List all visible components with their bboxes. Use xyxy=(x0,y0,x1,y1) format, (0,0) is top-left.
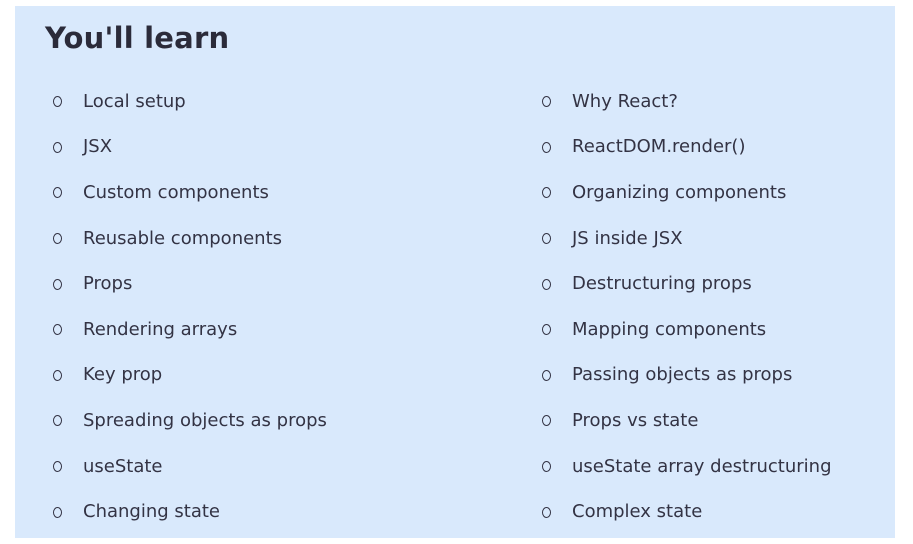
circle-outline-icon xyxy=(542,461,551,473)
circle-outline-icon xyxy=(542,369,551,381)
circle-outline-icon xyxy=(53,278,62,290)
list-item-label: useState xyxy=(83,455,163,477)
list-item-label: Complex state xyxy=(572,501,703,523)
list-item: Why React? xyxy=(542,79,832,125)
circle-outline-icon xyxy=(542,415,551,427)
list-item: Complex state xyxy=(542,489,832,535)
circle-outline-icon xyxy=(53,187,62,199)
circle-outline-icon xyxy=(542,96,551,108)
list-item-label: Props xyxy=(83,273,133,295)
list-item-label: JS inside JSX xyxy=(572,227,683,249)
list-item-label: Mapping components xyxy=(572,318,767,340)
learn-panel: You'll learn Local setup JSX Custom comp… xyxy=(15,6,895,538)
list-item: Props vs state xyxy=(542,398,832,444)
list-item: ReactDOM.render() xyxy=(542,125,832,171)
list-item-label: Props vs state xyxy=(572,409,699,431)
list-item: Spreading objects as props xyxy=(53,398,327,444)
list-item: Rendering arrays xyxy=(53,307,327,353)
list-item: Props xyxy=(53,261,327,307)
circle-outline-icon xyxy=(53,415,62,427)
list-item: useState xyxy=(53,444,327,490)
list-item-label: useState array destructuring xyxy=(572,455,832,477)
list-item-label: Passing objects as props xyxy=(572,364,793,386)
circle-outline-icon xyxy=(53,233,62,245)
circle-outline-icon xyxy=(53,369,62,381)
circle-outline-icon xyxy=(542,233,551,245)
circle-outline-icon xyxy=(53,96,62,108)
list-item-label: Reusable components xyxy=(83,227,283,249)
list-item: Reusable components xyxy=(53,216,327,262)
list-item-label: Organizing components xyxy=(572,181,787,203)
learn-list-left: Local setup JSX Custom components Reusab… xyxy=(53,79,327,535)
circle-outline-icon xyxy=(53,506,62,518)
circle-outline-icon xyxy=(542,506,551,518)
list-item-label: Local setup xyxy=(83,90,186,112)
circle-outline-icon xyxy=(542,141,551,153)
list-item: Organizing components xyxy=(542,170,832,216)
list-item-label: ReactDOM.render() xyxy=(572,136,746,158)
circle-outline-icon xyxy=(53,461,62,473)
list-item: Key prop xyxy=(53,353,327,399)
list-item: Destructuring props xyxy=(542,261,832,307)
list-item: useState array destructuring xyxy=(542,444,832,490)
learn-list-right: Why React? ReactDOM.render() Organizing … xyxy=(542,79,832,535)
list-item-label: Changing state xyxy=(83,501,220,523)
list-item: Passing objects as props xyxy=(542,353,832,399)
list-item-label: JSX xyxy=(83,136,113,158)
circle-outline-icon xyxy=(53,324,62,336)
list-item-label: Why React? xyxy=(572,90,678,112)
list-item-label: Rendering arrays xyxy=(83,318,238,340)
list-item: Local setup xyxy=(53,79,327,125)
circle-outline-icon xyxy=(53,141,62,153)
list-item: JS inside JSX xyxy=(542,216,832,262)
circle-outline-icon xyxy=(542,278,551,290)
circle-outline-icon xyxy=(542,187,551,199)
list-item-label: Spreading objects as props xyxy=(83,409,327,431)
list-item-label: Destructuring props xyxy=(572,273,752,295)
list-item-label: Custom components xyxy=(83,181,269,203)
list-item-label: Key prop xyxy=(83,364,163,386)
circle-outline-icon xyxy=(542,324,551,336)
section-title: You'll learn xyxy=(45,21,230,55)
list-item: Changing state xyxy=(53,489,327,535)
list-item: JSX xyxy=(53,125,327,171)
list-item: Custom components xyxy=(53,170,327,216)
list-item: Mapping components xyxy=(542,307,832,353)
